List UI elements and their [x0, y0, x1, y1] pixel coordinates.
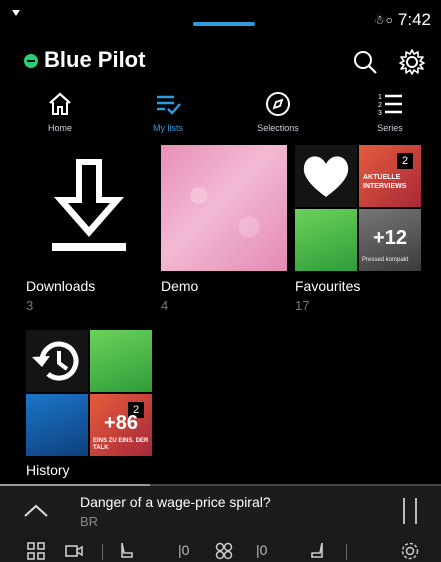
- seat-heat-left-level: |0: [178, 542, 190, 558]
- list-count-demo: 4: [161, 298, 169, 313]
- list-check-icon: [157, 95, 181, 115]
- thumb-caption: Pressed kompakt: [362, 257, 409, 263]
- more-count: +12: [373, 227, 407, 249]
- heart-icon: [303, 156, 349, 197]
- tab-home[interactable]: Home: [20, 90, 100, 140]
- list-label-history: History: [26, 462, 70, 478]
- now-playing-title: Danger of a wage-price spiral?: [80, 494, 271, 510]
- chevron-up-icon[interactable]: [22, 501, 50, 521]
- download-icon: [52, 159, 126, 251]
- mini-player[interactable]: Danger of a wage-price spiral? BR: [0, 484, 441, 538]
- channel-badge: 2: [397, 153, 413, 169]
- status-icons: ☃○: [373, 13, 394, 27]
- settings-shortcut-button[interactable]: [400, 541, 422, 561]
- camera-button[interactable]: [64, 541, 86, 561]
- svg-text:3: 3: [378, 110, 382, 117]
- signal-icon: [12, 10, 20, 16]
- home-icon: [49, 92, 71, 115]
- tab-selections-label: Selections: [257, 123, 299, 133]
- seat-icon: [121, 542, 133, 558]
- podcast-thumb: +12 Pressed kompakt: [359, 209, 421, 271]
- tab-home-label: Home: [47, 123, 72, 133]
- list-label-favourites: Favourites: [295, 278, 361, 294]
- podcast-thumb: [26, 394, 88, 456]
- podcast-thumb: 2 AKTUELLE INTERVIEWS: [359, 145, 421, 207]
- playback-progress: [0, 484, 150, 486]
- fan-button[interactable]: [214, 541, 236, 561]
- clock: 7:42: [397, 10, 431, 29]
- app-title: Blue Pilot: [44, 47, 146, 72]
- tab-bar: Home My lists Selections 1 2 3 Series: [0, 90, 441, 140]
- status-right: ☃○ 7:42: [374, 10, 431, 30]
- list-tile-history[interactable]: 2 +86 EINS ZU EINS. DER TALK: [26, 330, 152, 456]
- seat-icon: [311, 542, 323, 558]
- seat-heat-right-level: |0: [256, 542, 268, 558]
- list-tile-favourites[interactable]: 2 AKTUELLE INTERVIEWS +12 Pressed kompak…: [295, 145, 421, 271]
- fan-icon: [215, 542, 233, 560]
- podcast-thumb: 2 +86 EINS ZU EINS. DER TALK: [90, 394, 152, 456]
- tab-series[interactable]: 1 2 3 Series: [350, 90, 430, 140]
- more-count: +86: [104, 412, 138, 434]
- list-tile-downloads[interactable]: [26, 145, 152, 271]
- list-tile-demo[interactable]: [161, 145, 287, 271]
- search-button[interactable]: [351, 48, 379, 76]
- apps-grid-icon: [27, 542, 45, 560]
- history-thumb: [26, 330, 88, 392]
- podcast-thumb: [295, 209, 357, 271]
- now-playing-source: BR: [80, 514, 99, 529]
- seat-heat-right-button[interactable]: [308, 541, 330, 561]
- pause-icon[interactable]: [403, 498, 417, 524]
- list-count-favourites: 17: [295, 298, 310, 313]
- system-taskbar: |0 |0: [0, 536, 441, 562]
- tab-selections[interactable]: Selections: [238, 90, 318, 140]
- tab-my-lists[interactable]: My lists: [128, 90, 208, 140]
- thumb-caption: AKTUELLE INTERVIEWS: [363, 174, 407, 190]
- history-icon: [32, 341, 79, 381]
- app-header: Blue Pilot: [0, 42, 441, 82]
- camera-icon: [65, 545, 83, 557]
- gear-icon: [399, 49, 425, 75]
- numbered-list-icon: 1 2 3: [378, 94, 402, 117]
- list-count-downloads: 3: [26, 298, 34, 313]
- seat-heat-left-button[interactable]: [116, 541, 138, 561]
- apps-grid-button[interactable]: [26, 541, 48, 561]
- settings-button[interactable]: [398, 48, 426, 76]
- drag-handle-indicator[interactable]: [193, 22, 255, 26]
- tab-my-lists-label: My lists: [153, 123, 183, 133]
- svg-text:2: 2: [378, 102, 382, 109]
- list-label-demo: Demo: [161, 278, 199, 294]
- status-bar: ☃○ 7:42: [0, 0, 441, 40]
- thumb-caption: EINS ZU EINS. DER TALK: [93, 438, 149, 451]
- gear-icon: [401, 542, 419, 560]
- search-icon: [354, 51, 377, 74]
- tab-series-label: Series: [377, 123, 403, 133]
- podcast-thumb: [90, 330, 152, 392]
- heart-thumb: [295, 145, 357, 207]
- compass-icon: [266, 92, 290, 116]
- taskbar-divider: [102, 544, 103, 560]
- app-logo-icon: [24, 54, 38, 68]
- taskbar-divider: [346, 544, 347, 560]
- list-label-downloads: Downloads: [26, 278, 96, 294]
- svg-text:1: 1: [378, 94, 382, 101]
